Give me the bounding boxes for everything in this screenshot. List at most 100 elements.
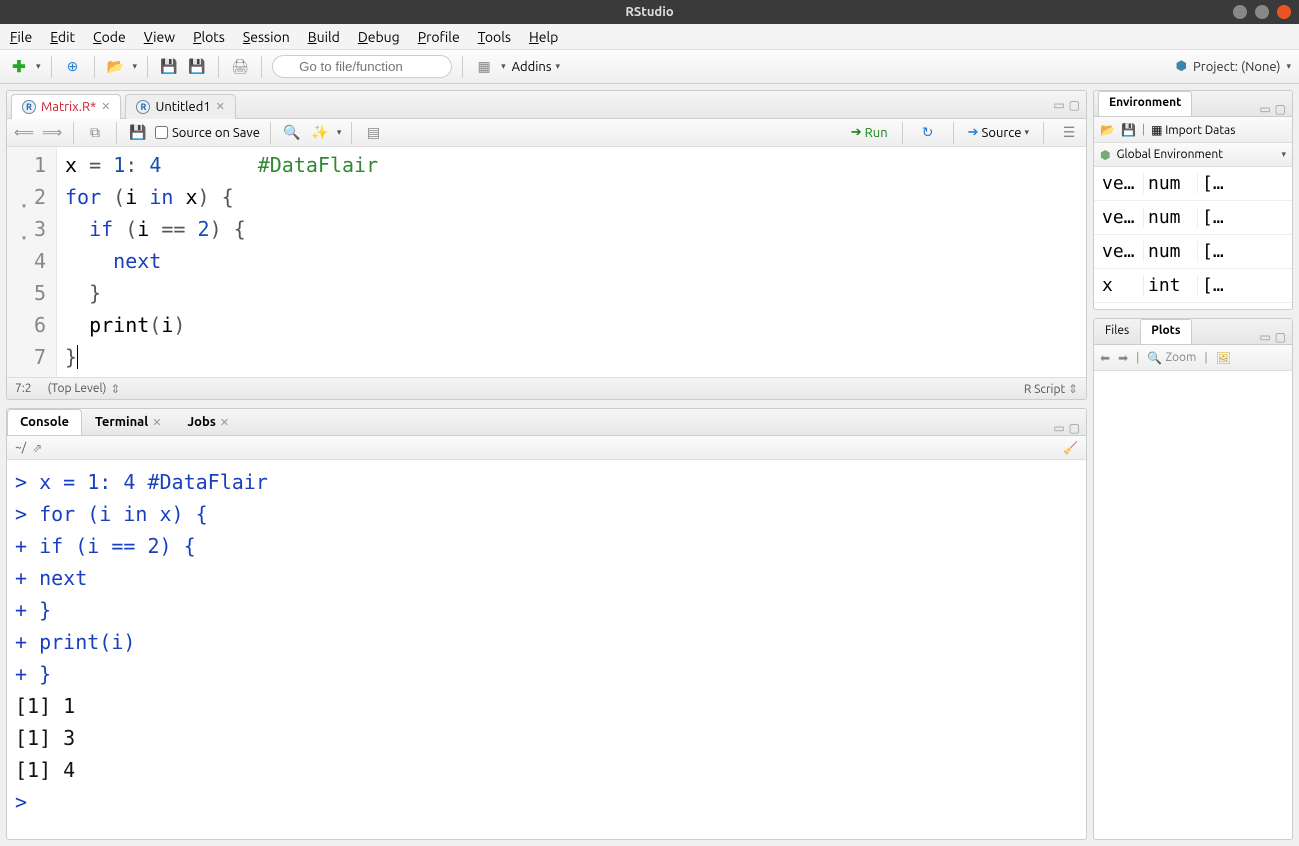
compile-report-icon[interactable]: ▤ xyxy=(362,122,384,144)
console-tab-console[interactable]: Console xyxy=(7,409,82,435)
code-tools-icon[interactable]: ✨ xyxy=(309,122,331,144)
source-status-bar: 7:2 (Top Level) ⇕ R Script ⇕ xyxy=(7,377,1086,399)
source-toolbar: ⟸ ⟹ ⧉ 💾 Source on Save 🔍 ✨ ▾ ▤ ➔ Run xyxy=(7,119,1086,147)
export-plot-icon[interactable]: 🖼 xyxy=(1216,351,1231,365)
pane-maximize-icon[interactable]: ▢ xyxy=(1275,330,1286,344)
main-area: R Matrix.R* ✕ R Untitled1 ✕ ▭ ▢ ⟸ ⟹ ⧉ 💾 Sourc… xyxy=(0,84,1299,846)
code-editor[interactable]: 1234567 x = 1: 4 #DataFlairfor (i in x) … xyxy=(7,147,1086,377)
environment-pane: Environment ▭ ▢ 📂 💾 | ▦ Import Datas ⬢ G… xyxy=(1093,90,1293,310)
project-menu[interactable]: ⬢ Project: (None) ▾ xyxy=(1176,59,1291,74)
main-toolbar: ✚ ▾ ⊕ 📂 ▾ 💾 💾 🖨 ▦ ▾ Addins ▾ ⬢ Project: … xyxy=(0,50,1299,84)
window-minimize-button[interactable] xyxy=(1233,5,1247,19)
environment-tabbar: Environment ▭ ▢ xyxy=(1094,91,1292,117)
close-tab-icon[interactable]: ✕ xyxy=(220,417,229,429)
menu-profile[interactable]: Profile xyxy=(418,29,460,45)
console-tabbar: ConsoleTerminal✕Jobs✕ ▭ ▢ xyxy=(7,409,1086,436)
addins-menu[interactable]: Addins ▾ xyxy=(512,60,560,74)
menu-edit[interactable]: Edit xyxy=(50,29,75,45)
menu-session[interactable]: Session xyxy=(243,29,290,45)
source-tab[interactable]: R Untitled1 ✕ xyxy=(125,94,235,119)
goto-file-function-input[interactable] xyxy=(272,55,452,78)
plots-toolbar: ⬅ ➡ | 🔍 Zoom | 🖼 xyxy=(1094,345,1292,371)
env-variable-row[interactable]: ve…num[… xyxy=(1094,201,1292,235)
outline-icon[interactable]: ☰ xyxy=(1058,122,1080,144)
save-file-icon[interactable]: 💾 xyxy=(127,122,149,144)
r-file-icon: R xyxy=(136,100,150,114)
environment-scope-selector[interactable]: ⬢ Global Environment ▾ xyxy=(1094,143,1292,167)
tab-environment[interactable]: Environment xyxy=(1098,91,1192,116)
next-plot-icon[interactable]: ➡ xyxy=(1118,351,1128,365)
environment-variable-table: ve…num[…ve…num[…ve…num[…xint[… xyxy=(1094,167,1292,309)
pane-minimize-icon[interactable]: ▭ xyxy=(1053,421,1064,435)
console-tab-jobs[interactable]: Jobs✕ xyxy=(174,409,242,435)
grid-icon[interactable]: ▦ xyxy=(473,56,495,78)
source-tab[interactable]: R Matrix.R* ✕ xyxy=(11,94,121,119)
menu-view[interactable]: View xyxy=(144,29,175,45)
open-file-icon[interactable]: 📂 xyxy=(105,56,127,78)
pane-minimize-icon[interactable]: ▭ xyxy=(1053,98,1064,112)
source-pane: R Matrix.R* ✕ R Untitled1 ✕ ▭ ▢ ⟸ ⟹ ⧉ 💾 Sourc… xyxy=(6,90,1087,400)
menu-help[interactable]: Help xyxy=(529,29,558,45)
zoom-plot-button[interactable]: 🔍 Zoom xyxy=(1147,351,1196,365)
plot-canvas xyxy=(1094,371,1292,839)
pane-minimize-icon[interactable]: ▭ xyxy=(1259,102,1270,116)
tab-filename: Untitled1 xyxy=(155,100,210,114)
goto-file-function-input-wrap[interactable] xyxy=(272,55,452,78)
pane-maximize-icon[interactable]: ▢ xyxy=(1069,98,1080,112)
source-tabbar: R Matrix.R* ✕ R Untitled1 ✕ ▭ ▢ xyxy=(7,91,1086,119)
menu-file[interactable]: File xyxy=(10,29,32,45)
console-output[interactable]: > x = 1: 4 #DataFlair> for (i in x) {+ i… xyxy=(7,460,1086,839)
file-type-selector[interactable]: R Script ⇕ xyxy=(1024,382,1078,396)
menu-tools[interactable]: Tools xyxy=(478,29,511,45)
show-in-new-window-icon[interactable]: ⧉ xyxy=(84,122,106,144)
window-maximize-button[interactable] xyxy=(1255,5,1269,19)
open-recent-dropdown[interactable]: ▾ xyxy=(133,61,138,72)
project-icon: ⬢ xyxy=(1176,59,1187,74)
close-tab-icon[interactable]: ✕ xyxy=(101,100,110,113)
console-pane: ConsoleTerminal✕Jobs✕ ▭ ▢ ~/ ⇗ 🧹 > x = 1… xyxy=(6,408,1087,840)
new-file-dropdown[interactable]: ▾ xyxy=(36,61,41,72)
pane-maximize-icon[interactable]: ▢ xyxy=(1069,421,1080,435)
scope-selector[interactable]: (Top Level) ⇕ xyxy=(48,382,121,396)
clear-console-icon[interactable]: 🧹 xyxy=(1063,441,1078,455)
menu-code[interactable]: Code xyxy=(93,29,126,45)
menu-debug[interactable]: Debug xyxy=(358,29,400,45)
load-workspace-icon[interactable]: 📂 xyxy=(1100,123,1115,137)
pane-minimize-icon[interactable]: ▭ xyxy=(1259,330,1270,344)
import-dataset-menu[interactable]: ▦ Import Datas xyxy=(1151,123,1235,137)
env-variable-row[interactable]: ve…num[… xyxy=(1094,167,1292,201)
tab-files[interactable]: Files xyxy=(1094,319,1140,344)
save-icon[interactable]: 💾 xyxy=(158,56,180,78)
pane-maximize-icon[interactable]: ▢ xyxy=(1275,102,1286,116)
source-button[interactable]: ➔ Source ▾ xyxy=(968,125,1029,140)
menu-build[interactable]: Build xyxy=(308,29,340,45)
close-tab-icon[interactable]: ✕ xyxy=(152,417,161,429)
rerun-icon[interactable]: ↻ xyxy=(917,122,939,144)
save-workspace-icon[interactable]: 💾 xyxy=(1121,123,1136,137)
console-path-bar: ~/ ⇗ 🧹 xyxy=(7,436,1086,460)
new-file-icon[interactable]: ✚ xyxy=(8,56,30,78)
close-tab-icon[interactable]: ✕ xyxy=(216,100,225,113)
menu-plots[interactable]: Plots xyxy=(193,29,225,45)
cursor-position: 7:2 xyxy=(15,382,32,395)
working-dir: ~/ xyxy=(15,441,26,454)
run-button[interactable]: ➔ Run xyxy=(851,125,888,140)
menu-bar: File Edit Code View Plots Session Build Debug Pr… xyxy=(0,24,1299,50)
find-replace-icon[interactable]: 🔍 xyxy=(281,122,303,144)
r-file-icon: R xyxy=(22,100,36,114)
tab-plots[interactable]: Plots xyxy=(1140,319,1191,344)
navigate-forward-icon[interactable]: ⟹ xyxy=(41,122,63,144)
popout-icon[interactable]: ⇗ xyxy=(32,441,42,455)
console-tab-terminal[interactable]: Terminal✕ xyxy=(82,409,174,435)
print-icon[interactable]: 🖨 xyxy=(229,56,251,78)
source-on-save-checkbox[interactable]: Source on Save xyxy=(155,126,260,140)
window-close-button[interactable] xyxy=(1277,5,1291,19)
save-all-icon[interactable]: 💾 xyxy=(186,56,208,78)
tab-filename: Matrix.R* xyxy=(41,100,96,114)
navigate-back-icon[interactable]: ⟸ xyxy=(13,122,35,144)
window-title: RStudio xyxy=(625,5,673,19)
env-variable-row[interactable]: xint[… xyxy=(1094,269,1292,303)
new-project-icon[interactable]: ⊕ xyxy=(62,56,84,78)
prev-plot-icon[interactable]: ⬅ xyxy=(1100,351,1110,365)
env-variable-row[interactable]: ve…num[… xyxy=(1094,235,1292,269)
